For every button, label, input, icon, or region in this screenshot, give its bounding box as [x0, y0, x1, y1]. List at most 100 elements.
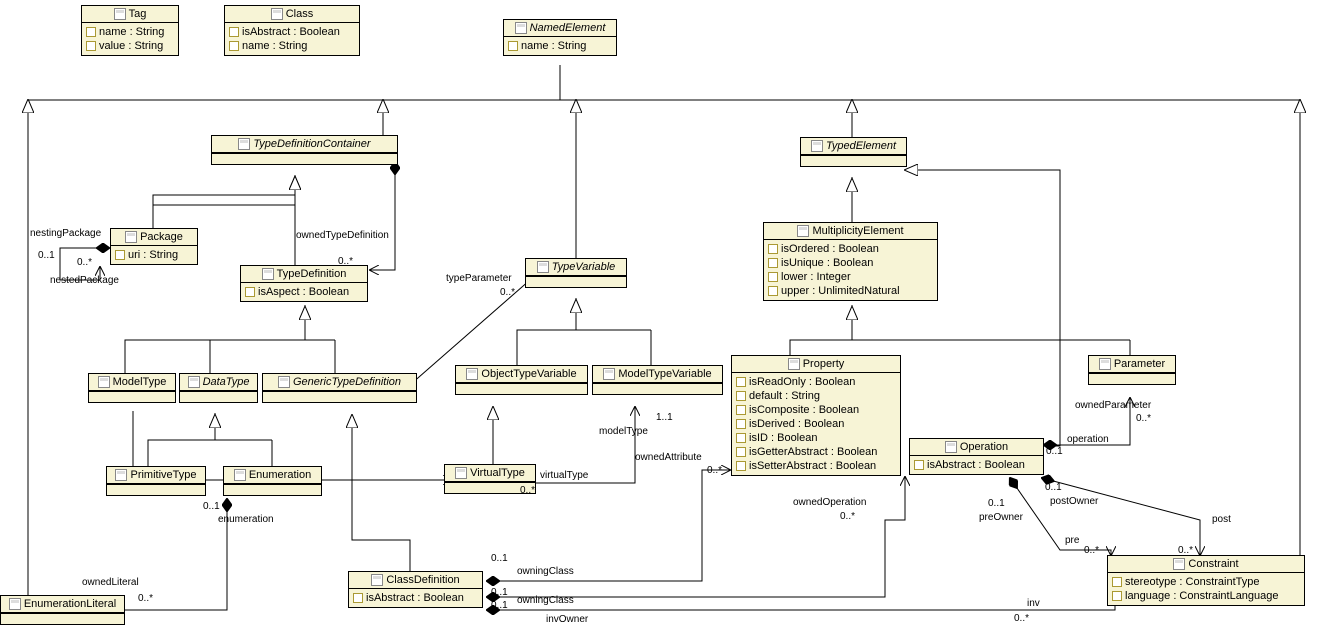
class-icon — [466, 368, 478, 380]
class-class: Class isAbstract : Boolean name : String — [224, 5, 360, 56]
class-name: MultiplicityElement — [812, 225, 903, 237]
class-icon — [1173, 558, 1185, 570]
class-attrs: isAspect : Boolean — [241, 283, 367, 301]
attr: isOrdered : Boolean — [768, 242, 933, 256]
class-attrs: name : String — [504, 37, 616, 55]
attr: name : String — [229, 39, 355, 53]
class-name: ModelType — [113, 376, 167, 388]
class-type-definition-container: TypeDefinitionContainer — [211, 135, 398, 165]
class-generic-type-definition: GenericTypeDefinition — [262, 373, 417, 403]
class-tag: Tag name : String value : String — [81, 5, 179, 56]
class-icon — [278, 376, 290, 388]
attr-text: isOrdered : Boolean — [781, 243, 879, 255]
class-title: PrimitiveType — [107, 467, 205, 484]
class-icon — [603, 368, 615, 380]
class-title: TypeDefinitionContainer — [212, 136, 397, 153]
class-icon — [271, 8, 283, 20]
class-name: GenericTypeDefinition — [293, 376, 401, 388]
class-primitive-type: PrimitiveType — [106, 466, 206, 496]
class-enumeration: Enumeration — [223, 466, 322, 496]
attr-icon — [115, 250, 125, 260]
label-mult: 0..1 — [1045, 482, 1062, 493]
attr-text: lower : Integer — [781, 271, 851, 283]
attr-icon — [86, 27, 96, 37]
class-icon — [455, 467, 467, 479]
attr-icon — [768, 272, 778, 282]
class-icon — [125, 231, 137, 243]
label-virtual-type: virtualType — [540, 470, 588, 481]
label-mult: 1..1 — [656, 412, 673, 423]
class-icon — [945, 441, 957, 453]
class-attrs — [89, 391, 175, 402]
attr-icon — [736, 433, 746, 443]
label-nesting-package: nestingPackage — [30, 228, 101, 239]
class-name: TypeVariable — [552, 261, 616, 273]
class-name: TypeDefinition — [277, 268, 347, 280]
class-name: DataType — [203, 376, 250, 388]
label-type-parameter: typeParameter — [446, 273, 512, 284]
label-mult: 0..1 — [988, 498, 1005, 509]
class-attrs — [224, 484, 321, 495]
attr: value : String — [86, 39, 174, 53]
class-icon — [114, 8, 126, 20]
attr-icon — [508, 41, 518, 51]
class-name: Parameter — [1114, 358, 1165, 370]
class-title: ClassDefinition — [349, 572, 482, 589]
attr-icon — [914, 460, 924, 470]
label-owned-literal: ownedLiteral — [82, 577, 139, 588]
class-data-type: DataType — [179, 373, 258, 403]
attr-text: language : ConstraintLanguage — [1125, 590, 1279, 602]
class-name: Enumeration — [249, 469, 311, 481]
label-inv: inv — [1027, 598, 1040, 609]
class-multiplicity-element: MultiplicityElement isOrdered : Boolean … — [763, 222, 938, 301]
class-icon — [234, 469, 246, 481]
class-attrs — [263, 391, 416, 402]
label-mult: 0..* — [840, 511, 855, 522]
label-pre: pre — [1065, 535, 1079, 546]
class-operation: Operation isAbstract : Boolean — [909, 438, 1044, 475]
class-name: ClassDefinition — [386, 574, 459, 586]
label-owned-type-definition: ownedTypeDefinition — [296, 230, 389, 241]
attr-icon — [1112, 591, 1122, 601]
attr-icon — [736, 377, 746, 387]
label-owned-operation: ownedOperation — [793, 497, 866, 508]
class-type-definition: TypeDefinition isAspect : Boolean — [240, 265, 368, 302]
class-name: EnumerationLiteral — [24, 598, 116, 610]
label-mult: 0..1 — [203, 501, 220, 512]
class-attrs — [801, 155, 906, 166]
class-title: TypedElement — [801, 138, 906, 155]
attr: stereotype : ConstraintType — [1112, 575, 1300, 589]
attr-text: uri : String — [128, 249, 178, 261]
label-mult: 0..1 — [491, 587, 508, 598]
class-attrs — [107, 484, 205, 495]
label-owned-attribute: ownedAttribute — [635, 452, 702, 463]
attr-text: name : String — [521, 40, 586, 52]
class-model-type: ModelType — [88, 373, 176, 403]
attr: isAbstract : Boolean — [353, 591, 478, 605]
class-name: ObjectTypeVariable — [481, 368, 576, 380]
attr-icon — [736, 447, 746, 457]
class-title: ModelTypeVariable — [593, 366, 722, 383]
class-name: Constraint — [1188, 558, 1238, 570]
attr-icon — [736, 419, 746, 429]
class-icon — [811, 140, 823, 152]
class-attrs — [1089, 373, 1175, 384]
class-name: TypedElement — [826, 140, 896, 152]
class-title: NamedElement — [504, 20, 616, 37]
attr: isSetterAbstract : Boolean — [736, 459, 896, 473]
label-post-owner: postOwner — [1050, 496, 1098, 507]
class-typed-element: TypedElement — [800, 137, 907, 167]
attr-icon — [245, 287, 255, 297]
class-enumeration-literal: EnumerationLiteral — [0, 595, 125, 625]
class-icon — [515, 22, 527, 34]
class-name: Tag — [129, 8, 147, 20]
class-title: ObjectTypeVariable — [456, 366, 587, 383]
class-title: TypeVariable — [526, 259, 626, 276]
class-name: Operation — [960, 441, 1008, 453]
attr-text: value : String — [99, 40, 163, 52]
attr: isAbstract : Boolean — [914, 458, 1039, 472]
class-icon — [98, 376, 110, 388]
attr: name : String — [508, 39, 612, 53]
attr-icon — [86, 41, 96, 51]
label-mult: 0..* — [1014, 613, 1029, 624]
